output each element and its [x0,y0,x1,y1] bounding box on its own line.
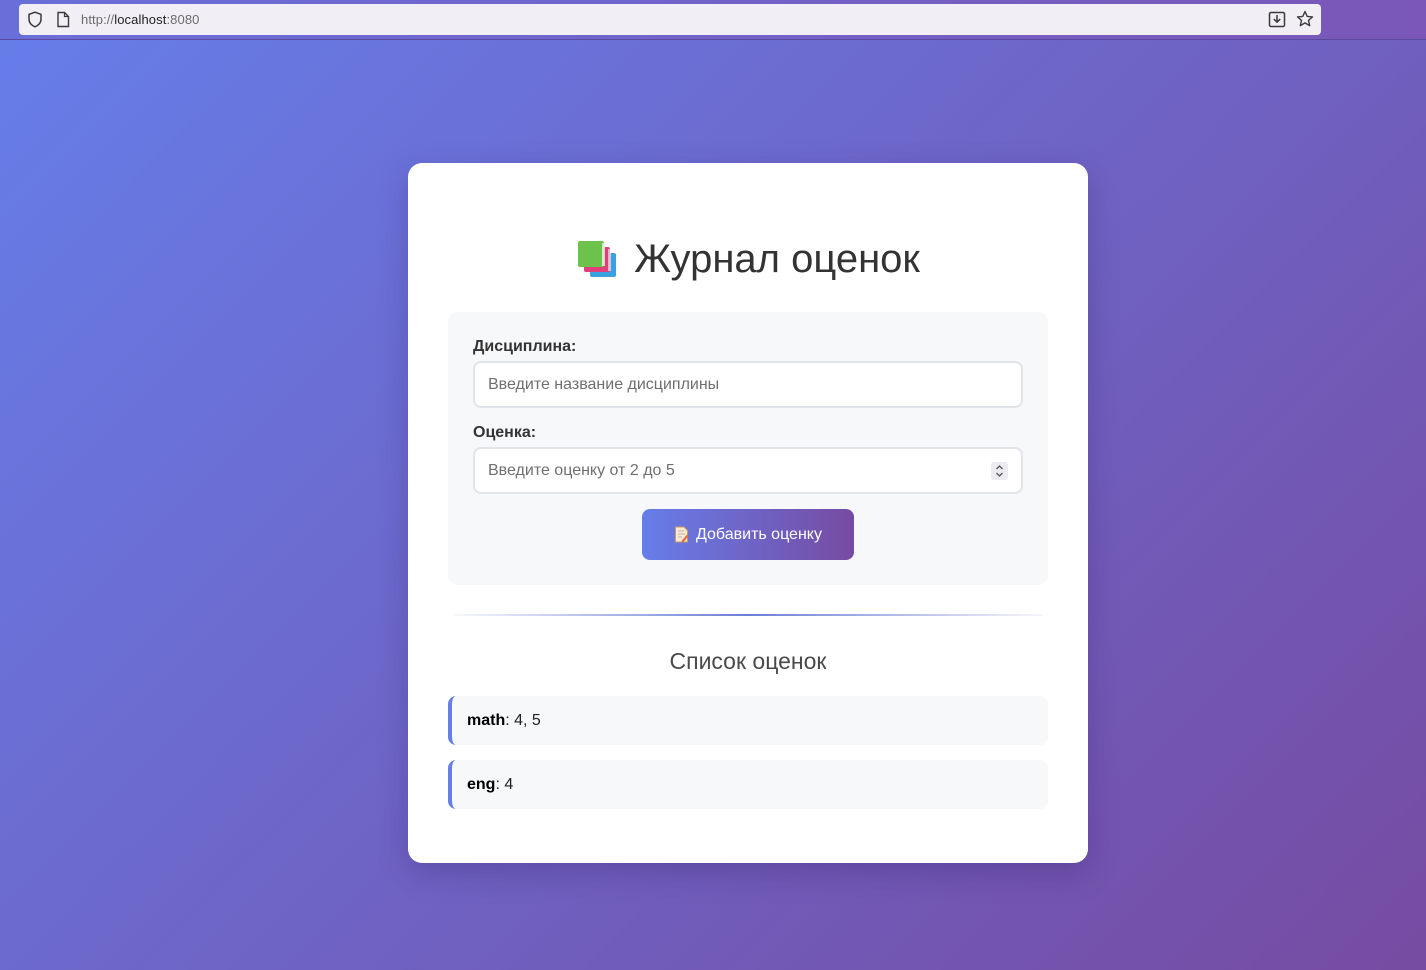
url-scheme: http:// [81,12,115,27]
add-grade-button[interactable]: Добавить оценку [642,509,854,560]
discipline-input[interactable] [473,361,1023,408]
browser-toolbar: http://localhost:8080 [0,0,1426,40]
add-grade-button-label: Добавить оценку [696,525,822,543]
grade-label: Оценка: [473,424,537,441]
url-text[interactable]: http://localhost:8080 [81,12,200,27]
list-item: eng: 4 [448,760,1048,809]
books-icon [578,241,617,277]
grade-input[interactable] [473,447,1023,494]
download-icon[interactable] [1268,11,1286,28]
grade-values: : 4 [495,775,514,793]
star-icon[interactable] [1296,10,1314,28]
memo-icon [675,526,689,543]
number-spinner[interactable] [991,462,1008,480]
page-header: Журнал оценок [408,233,1088,285]
grade-subject: eng [467,775,496,793]
url-port: :8080 [166,12,200,27]
list-item: math: 4, 5 [448,696,1048,745]
grades-list-title: Список оценок [669,648,827,674]
section-divider [453,614,1043,616]
shield-icon[interactable] [27,11,43,28]
url-host: localhost [114,12,167,27]
grade-values: : 4, 5 [505,711,541,729]
grade-subject: math [467,711,506,729]
page-title: Журнал оценок [634,236,920,281]
address-bar[interactable]: http://localhost:8080 [19,4,1321,35]
discipline-label: Дисциплина: [473,338,577,355]
page-icon [57,11,70,28]
